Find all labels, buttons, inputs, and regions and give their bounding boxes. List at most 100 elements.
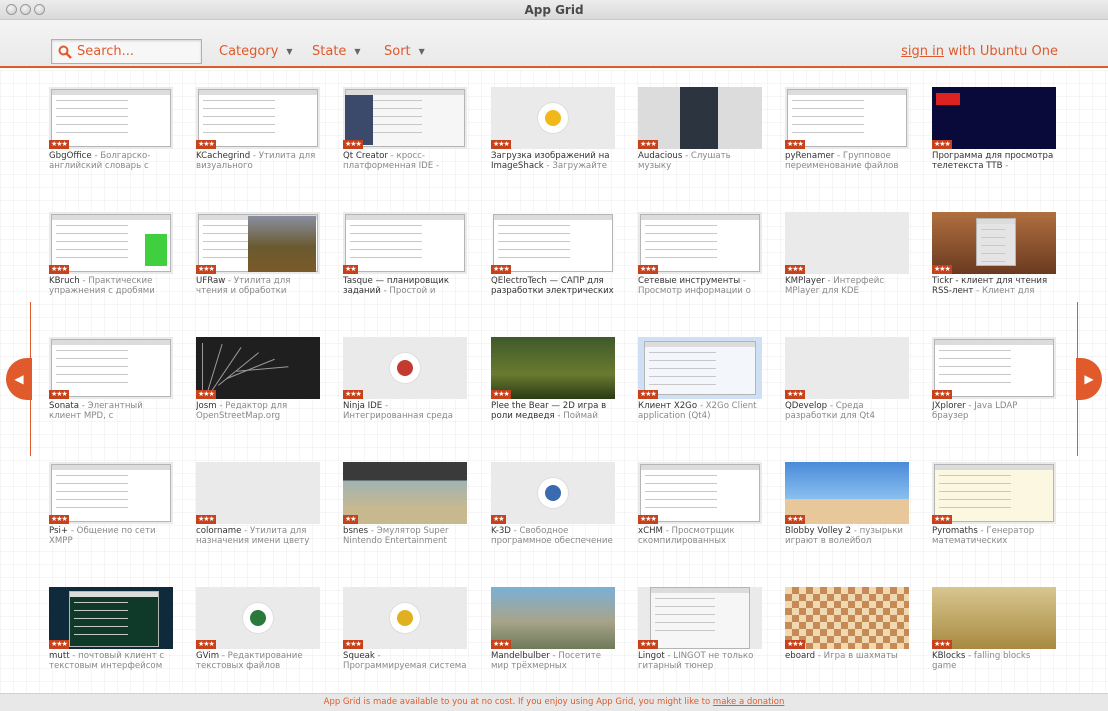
category-dropdown[interactable]: Category ▼ <box>219 44 293 59</box>
app-screenshot[interactable]: ★★★ <box>638 587 762 649</box>
donation-link[interactable]: make a donation <box>713 697 784 707</box>
app-screenshot[interactable]: ★★★ <box>932 462 1056 524</box>
app-name[interactable]: KBlocks <box>932 651 965 661</box>
app-screenshot[interactable]: ★★★ <box>491 337 615 399</box>
app-card[interactable]: ★★★ Psi+ - Общение по сети XMPP <box>49 462 173 572</box>
app-screenshot[interactable]: ★★★ <box>491 87 615 149</box>
app-card[interactable]: ★★★ Tickr - клиент для чтения RSS-лент - … <box>932 212 1056 322</box>
app-screenshot[interactable]: ★★★ <box>196 337 320 399</box>
app-name[interactable]: Mandelbulber <box>491 651 550 661</box>
app-card[interactable]: ★★★ KMPlayer - Интерфейс MPlayer для KDE <box>785 212 909 322</box>
app-card[interactable]: ★★★ Клиент X2Go - X2Go Client application… <box>638 337 762 447</box>
app-card[interactable]: ★★★ KBruch - Практические упражнения с др… <box>49 212 173 322</box>
app-name[interactable]: Pyromaths <box>932 526 978 536</box>
app-card[interactable]: ★★★ GVim - Редактирование текстовых файло… <box>196 587 320 697</box>
app-card[interactable]: ★★★ GbgOffice - Болгарско-английский слов… <box>49 87 173 197</box>
app-name[interactable]: xCHM <box>638 526 663 536</box>
app-screenshot[interactable]: ★★★ <box>49 462 173 524</box>
app-name[interactable]: pyRenamer <box>785 151 834 161</box>
sort-dropdown[interactable]: Sort ▼ <box>384 44 425 59</box>
app-name[interactable]: Lingot <box>638 651 665 661</box>
app-name[interactable]: GbgOffice <box>49 151 92 161</box>
app-card[interactable]: ★★★ Lingot - LINGOT не только гитарный тю… <box>638 587 762 697</box>
app-screenshot[interactable]: ★★★ <box>785 587 909 649</box>
app-name[interactable]: Qt Creator <box>343 151 388 161</box>
app-screenshot[interactable]: ★★★ <box>196 587 320 649</box>
app-name[interactable]: UFRaw <box>196 276 225 286</box>
app-name[interactable]: Сетевые инструменты <box>638 276 740 286</box>
app-screenshot[interactable]: ★★★ <box>491 587 615 649</box>
app-name[interactable]: KBruch <box>49 276 80 286</box>
state-dropdown[interactable]: State ▼ <box>312 44 361 59</box>
search-input[interactable] <box>77 44 187 59</box>
app-screenshot[interactable]: ★★★ <box>785 337 909 399</box>
app-name[interactable]: colorname <box>196 526 241 536</box>
app-name[interactable]: Squeak <box>343 651 375 661</box>
app-screenshot[interactable]: ★★ <box>343 212 467 274</box>
app-card[interactable]: ★★ Tasque — планировщик заданий - Простой… <box>343 212 467 322</box>
app-name[interactable]: Программа для просмотра телетекста TTB <box>932 151 1053 171</box>
app-card[interactable]: ★★★ pyRenamer - Групповое переименование … <box>785 87 909 197</box>
app-name[interactable]: Клиент X2Go <box>638 401 697 411</box>
app-screenshot[interactable]: ★★★ <box>932 587 1056 649</box>
app-screenshot[interactable]: ★★★ <box>491 212 615 274</box>
app-screenshot[interactable]: ★★★ <box>343 87 467 149</box>
app-screenshot[interactable]: ★★★ <box>343 587 467 649</box>
app-screenshot[interactable]: ★★★ <box>785 212 909 274</box>
app-card[interactable]: ★★★ Squeak - Программируемая система и ут… <box>343 587 467 697</box>
app-card[interactable]: ★★★ Audacious - Слушать музыку <box>638 87 762 197</box>
app-card[interactable]: ★★★ Ninja IDE - Интегрированная среда раз… <box>343 337 467 447</box>
app-screenshot[interactable]: ★★★ <box>785 87 909 149</box>
app-card[interactable]: ★★★ Josm - Редактор для OpenStreetMap.org <box>196 337 320 447</box>
app-screenshot[interactable]: ★★★ <box>638 87 762 149</box>
app-card[interactable]: ★★★ Программа для просмотра телетекста TT… <box>932 87 1056 197</box>
app-name[interactable]: K-3D <box>491 526 511 536</box>
app-card[interactable]: ★★★ Mandelbulber - Посетите мир трёхмерны… <box>491 587 615 697</box>
app-screenshot[interactable]: ★★★ <box>932 337 1056 399</box>
app-card[interactable]: ★★★ Qt Creator - кросс-платформенная IDE … <box>343 87 467 197</box>
app-name[interactable]: KMPlayer <box>785 276 825 286</box>
app-card[interactable]: ★★★ Загрузка изображений на ImageShack - … <box>491 87 615 197</box>
app-card[interactable]: ★★★ JXplorer - Java LDAP браузер <box>932 337 1056 447</box>
app-screenshot[interactable]: ★★★ <box>49 587 173 649</box>
app-screenshot[interactable]: ★★ <box>343 462 467 524</box>
app-card[interactable]: ★★★ QDevelop - Среда разработки для Qt4 <box>785 337 909 447</box>
app-screenshot[interactable]: ★★★ <box>49 212 173 274</box>
app-screenshot[interactable]: ★★★ <box>932 212 1056 274</box>
app-screenshot[interactable]: ★★★ <box>196 212 320 274</box>
app-name[interactable]: KCachegrind <box>196 151 250 161</box>
app-name[interactable]: QDevelop <box>785 401 827 411</box>
app-name[interactable]: Psi+ <box>49 526 68 536</box>
app-name[interactable]: bsnes <box>343 526 368 536</box>
app-card[interactable]: ★★★ mutt - почтовый клиент с текстовым ин… <box>49 587 173 697</box>
app-name[interactable]: Blobby Volley 2 <box>785 526 851 536</box>
app-card[interactable]: ★★★ KCachegrind - Утилита для визуального… <box>196 87 320 197</box>
app-name[interactable]: Sonata <box>49 401 79 411</box>
app-name[interactable]: mutt <box>49 651 70 661</box>
signin-link[interactable]: sign in <box>901 44 944 59</box>
app-card[interactable]: ★★ bsnes - Эмулятор Super Nintendo Entert… <box>343 462 467 572</box>
app-name[interactable]: Audacious <box>638 151 682 161</box>
app-card[interactable]: ★★★ QElectroTech — САПР для разработки эл… <box>491 212 615 322</box>
app-screenshot[interactable]: ★★★ <box>638 462 762 524</box>
app-card[interactable]: ★★★ Sonata - Элегантный клиент MPD, с исп… <box>49 337 173 447</box>
app-name[interactable]: QElectroTech — САПР для разработки элект… <box>491 276 614 296</box>
app-screenshot[interactable]: ★★★ <box>932 87 1056 149</box>
app-screenshot[interactable]: ★★ <box>491 462 615 524</box>
app-screenshot[interactable]: ★★★ <box>785 462 909 524</box>
app-card[interactable]: ★★★ xCHM - Просмотрщик скомпилированных ф… <box>638 462 762 572</box>
app-card[interactable]: ★★★ Plee the Bear — 2D игра в роли медвед… <box>491 337 615 447</box>
search-box[interactable] <box>51 39 202 64</box>
app-screenshot[interactable]: ★★★ <box>49 337 173 399</box>
app-card[interactable]: ★★★ UFRaw - Утилита для чтения и обработк… <box>196 212 320 322</box>
app-card[interactable]: ★★★ eboard - Игра в шахматы <box>785 587 909 697</box>
app-card[interactable]: ★★★ Сетевые инструменты - Просмотр информ… <box>638 212 762 322</box>
app-screenshot[interactable]: ★★★ <box>196 87 320 149</box>
app-card[interactable]: ★★★ Blobby Volley 2 - пузырьки играют в в… <box>785 462 909 572</box>
app-card[interactable]: ★★ K-3D - Свободное программное обеспечен… <box>491 462 615 572</box>
app-screenshot[interactable]: ★★★ <box>49 87 173 149</box>
app-name[interactable]: JXplorer <box>932 401 966 411</box>
app-screenshot[interactable]: ★★★ <box>638 337 762 399</box>
app-name[interactable]: Josm <box>196 401 217 411</box>
app-name[interactable]: eboard <box>785 651 815 661</box>
